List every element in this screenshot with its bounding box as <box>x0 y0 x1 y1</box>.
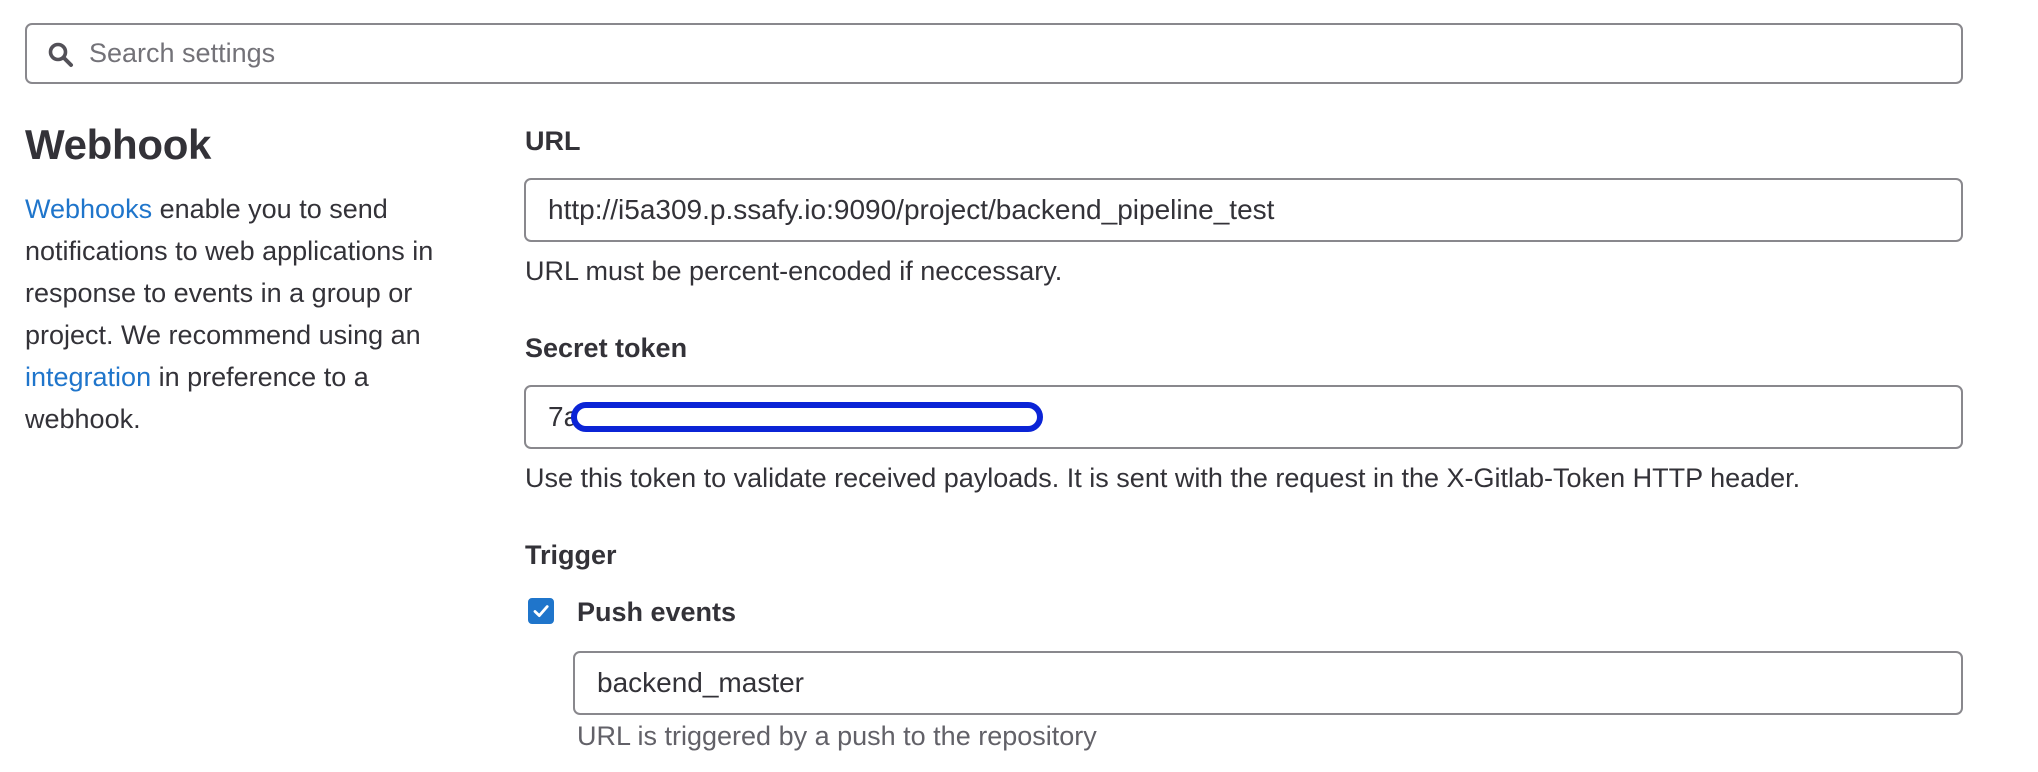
secret-token-label: Secret token <box>525 333 688 363</box>
url-field[interactable] <box>524 178 1963 242</box>
section-description: Webhooks enable you to send notification… <box>25 188 465 440</box>
branch-filter-field[interactable] <box>573 651 1963 715</box>
secret-token-help-text: Use this token to validate received payl… <box>525 463 1801 493</box>
url-label: URL <box>525 126 581 156</box>
url-input[interactable] <box>526 180 1961 240</box>
secret-token-field[interactable] <box>524 385 1963 449</box>
redaction-mark <box>571 402 1043 432</box>
page-title: Webhook <box>25 121 212 168</box>
section-intro: Webhook Webhooks enable you to send noti… <box>25 118 465 440</box>
webhooks-docs-link[interactable]: Webhooks <box>25 194 152 224</box>
trigger-label: Trigger <box>525 540 617 570</box>
search-input[interactable] <box>81 25 1941 82</box>
search-icon <box>48 42 73 67</box>
branch-filter-input[interactable] <box>575 653 1961 713</box>
integration-docs-link[interactable]: integration <box>25 362 151 392</box>
search-settings-box[interactable] <box>25 23 1963 84</box>
push-events-label[interactable]: Push events <box>577 597 736 628</box>
push-events-checkbox[interactable] <box>528 598 554 624</box>
push-events-help-text: URL is triggered by a push to the reposi… <box>577 721 1097 751</box>
checkmark-icon <box>533 605 549 617</box>
url-help-text: URL must be percent-encoded if neccessar… <box>525 256 1063 286</box>
